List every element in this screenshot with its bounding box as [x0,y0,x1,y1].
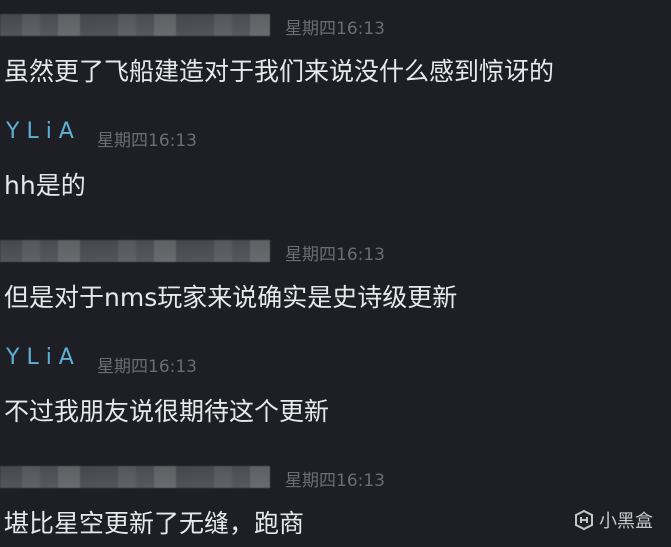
message-timestamp: 星期四16:13 [97,357,197,377]
sender-name-redacted [0,466,270,488]
message-timestamp: 星期四16:13 [97,131,197,151]
watermark-label: 小黑盒 [599,511,653,532]
message-group: 星期四16:13 虽然更了飞船建造对于我们来说没什么感到惊讶的 [0,0,671,86]
watermark: 小黑盒 [573,507,653,533]
chat-log: 星期四16:13 虽然更了飞船建造对于我们来说没什么感到惊讶的 YLiA 星期四… [0,0,671,547]
message-text: 不过我朋友说很期待这个更新 [4,397,330,426]
message-timestamp: 星期四16:13 [285,471,385,491]
heybox-logo-icon [575,509,593,531]
message-group: YLiA 星期四16:13 不过我朋友说很期待这个更新 [0,338,671,426]
message-text: 但是对于nms玩家来说确实是史诗级更新 [4,283,458,312]
message-text: 虽然更了飞船建造对于我们来说没什么感到惊讶的 [4,57,555,86]
message-text: hh是的 [4,171,86,200]
sender-name[interactable]: YLiA [6,345,81,370]
message-group: 星期四16:13 但是对于nms玩家来说确实是史诗级更新 [0,226,671,312]
sender-name[interactable]: YLiA [6,119,81,144]
message-header: 星期四16:13 [0,452,671,491]
message-header: YLiA 星期四16:13 [0,338,671,377]
sender-name-redacted [0,14,270,36]
message-group: 星期四16:13 堪比星空更新了无缝，跑商 [0,452,671,538]
message-group: YLiA 星期四16:13 hh是的 [0,112,671,200]
message-header: 星期四16:13 [0,226,671,265]
sender-name-redacted [0,240,270,262]
message-timestamp: 星期四16:13 [285,245,385,265]
message-header: 星期四16:13 [0,0,671,39]
message-text: 堪比星空更新了无缝，跑商 [4,509,305,538]
message-header: YLiA 星期四16:13 [0,112,671,151]
message-timestamp: 星期四16:13 [285,19,385,39]
